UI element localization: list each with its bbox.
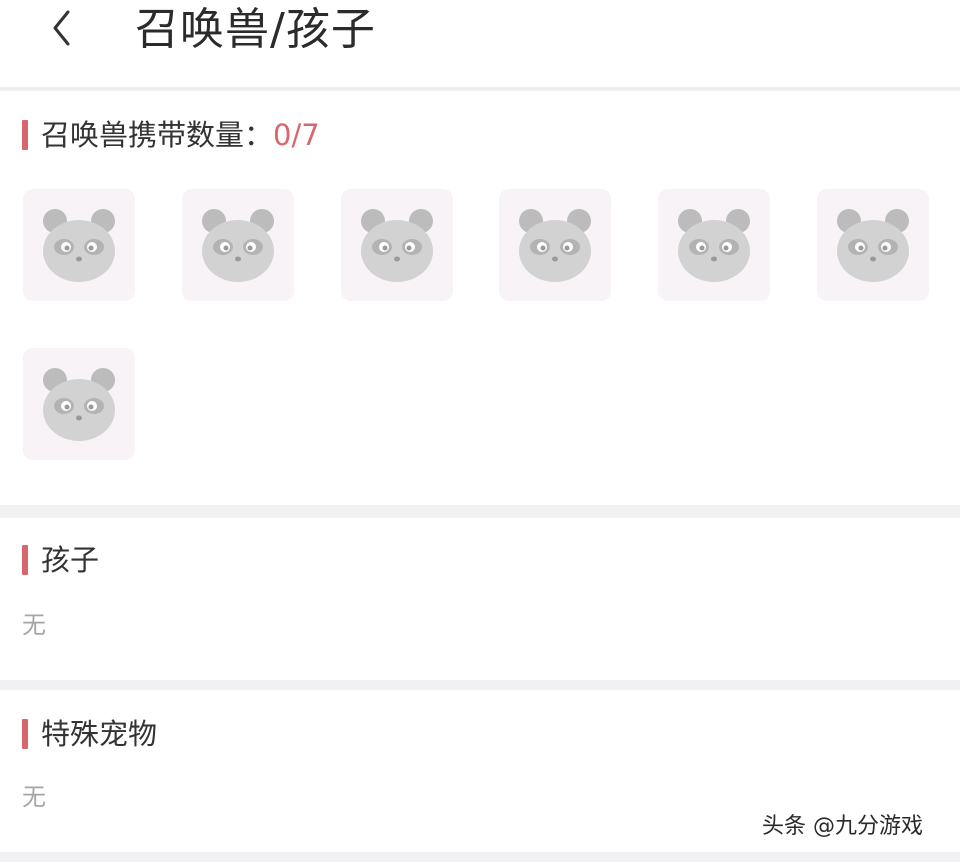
special-pets-section-title: 特殊宠物: [22, 716, 157, 752]
panda-placeholder-icon: [519, 209, 591, 282]
summon-slot[interactable]: [182, 189, 294, 301]
section-accent-bar: [22, 719, 28, 749]
children-empty-value: 无: [22, 611, 46, 639]
summon-slot[interactable]: [23, 189, 135, 301]
children-section-title: 孩子: [22, 542, 99, 578]
chevron-left-icon: [53, 10, 70, 46]
summon-slot[interactable]: [658, 189, 770, 301]
page-title: 召唤兽/孩子: [135, 4, 376, 55]
summons-section-title: 召唤兽携带数量： 0/7: [22, 117, 320, 153]
summon-slot[interactable]: [341, 189, 453, 301]
summons-section: 召唤兽携带数量： 0/7: [0, 91, 960, 505]
panda-placeholder-icon: [202, 209, 274, 282]
watermark-text: 头条 @九分游戏: [762, 814, 923, 839]
children-label: 孩子: [41, 543, 100, 577]
summon-slot[interactable]: [23, 348, 135, 460]
special-pets-label: 特殊宠物: [41, 717, 158, 751]
section-accent-bar: [22, 120, 28, 150]
panda-placeholder-icon: [43, 209, 115, 282]
panda-placeholder-icon: [43, 368, 115, 441]
summon-slot[interactable]: [817, 189, 929, 301]
top-navigation-bar: 召唤兽/孩子: [0, 0, 960, 89]
panda-placeholder-icon: [837, 209, 909, 282]
summons-count-label: 召唤兽携带数量：: [41, 118, 274, 152]
panda-placeholder-icon: [361, 209, 433, 282]
summons-count-value: 0/7: [273, 118, 320, 152]
children-section: 孩子 无: [0, 518, 960, 680]
section-accent-bar: [22, 545, 28, 575]
panda-placeholder-icon: [678, 209, 750, 282]
special-pets-empty-value: 无: [22, 783, 46, 811]
back-button[interactable]: [40, 6, 84, 50]
summon-slot[interactable]: [499, 189, 611, 301]
